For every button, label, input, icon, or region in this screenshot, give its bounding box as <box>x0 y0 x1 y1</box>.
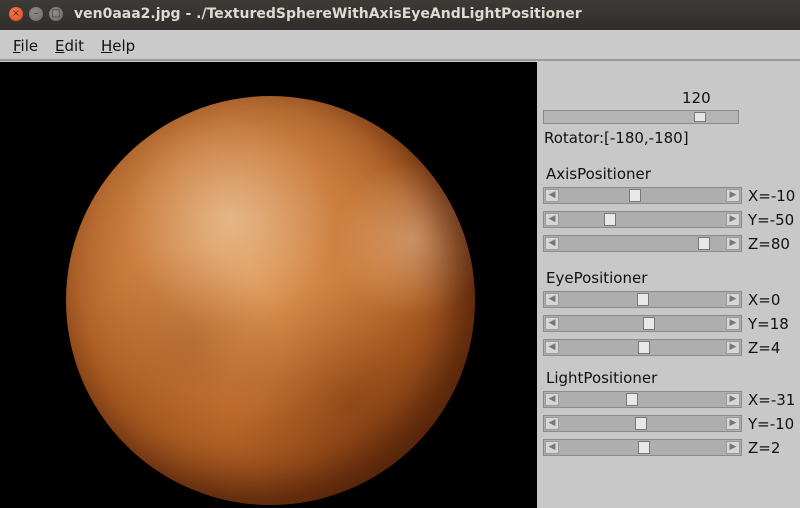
axis-y-label: Y=-50 <box>748 211 795 229</box>
slider-thumb[interactable] <box>636 293 649 306</box>
render-canvas[interactable] <box>0 62 537 508</box>
menu-edit[interactable]: Edit <box>55 37 84 55</box>
slider-thumb[interactable] <box>604 213 617 226</box>
close-icon: × <box>11 8 21 19</box>
slider-left-arrow-icon[interactable]: ◀ <box>545 293 559 306</box>
rotator-label: Rotator:[-180,-180] <box>544 129 689 147</box>
minimize-window-button[interactable]: – <box>29 7 43 21</box>
eye-x-label: X=0 <box>748 291 781 309</box>
menu-file-mnemonic: F <box>13 37 21 55</box>
slider-thumb[interactable] <box>697 237 710 250</box>
axis-y-slider[interactable]: ◀ ▶ <box>543 211 742 228</box>
slider-thumb[interactable] <box>642 317 655 330</box>
slider-left-arrow-icon[interactable]: ◀ <box>545 237 559 250</box>
axis-positioner-title: AxisPositioner <box>546 165 651 183</box>
slider-right-arrow-icon[interactable]: ▶ <box>726 293 740 306</box>
axis-x-label: X=-10 <box>748 187 796 205</box>
slider-left-arrow-icon[interactable]: ◀ <box>545 341 559 354</box>
slider-left-arrow-icon[interactable]: ◀ <box>545 213 559 226</box>
maximize-icon: □ <box>51 8 61 19</box>
slider-left-arrow-icon[interactable]: ◀ <box>545 393 559 406</box>
slider-thumb[interactable] <box>638 441 651 454</box>
slider-left-arrow-icon[interactable]: ◀ <box>545 417 559 430</box>
slider-left-arrow-icon[interactable]: ◀ <box>545 317 559 330</box>
menu-edit-label: dit <box>64 37 85 55</box>
eye-y-label: Y=18 <box>748 315 789 333</box>
slider-thumb[interactable] <box>625 393 638 406</box>
light-y-slider[interactable]: ◀ ▶ <box>543 415 742 432</box>
close-window-button[interactable]: × <box>9 7 23 21</box>
slider-right-arrow-icon[interactable]: ▶ <box>726 317 740 330</box>
slider-right-arrow-icon[interactable]: ▶ <box>726 189 740 202</box>
maximize-window-button[interactable]: □ <box>49 7 63 21</box>
light-z-label: Z=2 <box>748 439 781 457</box>
rotator-slider-thumb[interactable] <box>694 112 707 122</box>
eye-x-slider[interactable]: ◀ ▶ <box>543 291 742 308</box>
light-z-slider[interactable]: ◀ ▶ <box>543 439 742 456</box>
eye-z-slider[interactable]: ◀ ▶ <box>543 339 742 356</box>
menu-help[interactable]: Help <box>101 37 135 55</box>
light-x-label: X=-31 <box>748 391 796 409</box>
slider-thumb[interactable] <box>628 189 641 202</box>
eye-y-slider[interactable]: ◀ ▶ <box>543 315 742 332</box>
axis-z-slider[interactable]: ◀ ▶ <box>543 235 742 252</box>
slider-right-arrow-icon[interactable]: ▶ <box>726 213 740 226</box>
slider-thumb[interactable] <box>634 417 647 430</box>
window-title: ven0aaa2.jpg - ./TexturedSphereWithAxisE… <box>74 6 582 22</box>
title-bar: × – □ ven0aaa2.jpg - ./TexturedSphereWit… <box>0 0 800 30</box>
light-y-label: Y=-10 <box>748 415 795 433</box>
slider-right-arrow-icon[interactable]: ▶ <box>726 237 740 250</box>
rotator-slider[interactable] <box>543 110 739 124</box>
slider-right-arrow-icon[interactable]: ▶ <box>726 341 740 354</box>
eye-positioner-title: EyePositioner <box>546 269 648 287</box>
menu-file-label: ile <box>20 37 39 55</box>
axis-x-slider[interactable]: ◀ ▶ <box>543 187 742 204</box>
axis-z-label: Z=80 <box>748 235 790 253</box>
light-x-slider[interactable]: ◀ ▶ <box>543 391 742 408</box>
light-positioner-title: LightPositioner <box>546 369 658 387</box>
slider-thumb[interactable] <box>638 341 651 354</box>
menu-bar: File Edit Help <box>0 30 800 61</box>
slider-right-arrow-icon[interactable]: ▶ <box>726 417 740 430</box>
slider-left-arrow-icon[interactable]: ◀ <box>545 189 559 202</box>
slider-left-arrow-icon[interactable]: ◀ <box>545 441 559 454</box>
rotator-value: 120 <box>682 89 711 107</box>
minimize-icon: – <box>33 8 39 19</box>
menu-help-mnemonic: H <box>101 37 113 55</box>
menu-help-label: elp <box>112 37 136 55</box>
slider-right-arrow-icon[interactable]: ▶ <box>726 441 740 454</box>
eye-z-label: Z=4 <box>748 339 781 357</box>
menu-file[interactable]: File <box>13 37 38 55</box>
slider-right-arrow-icon[interactable]: ▶ <box>726 393 740 406</box>
textured-sphere[interactable] <box>66 96 475 505</box>
